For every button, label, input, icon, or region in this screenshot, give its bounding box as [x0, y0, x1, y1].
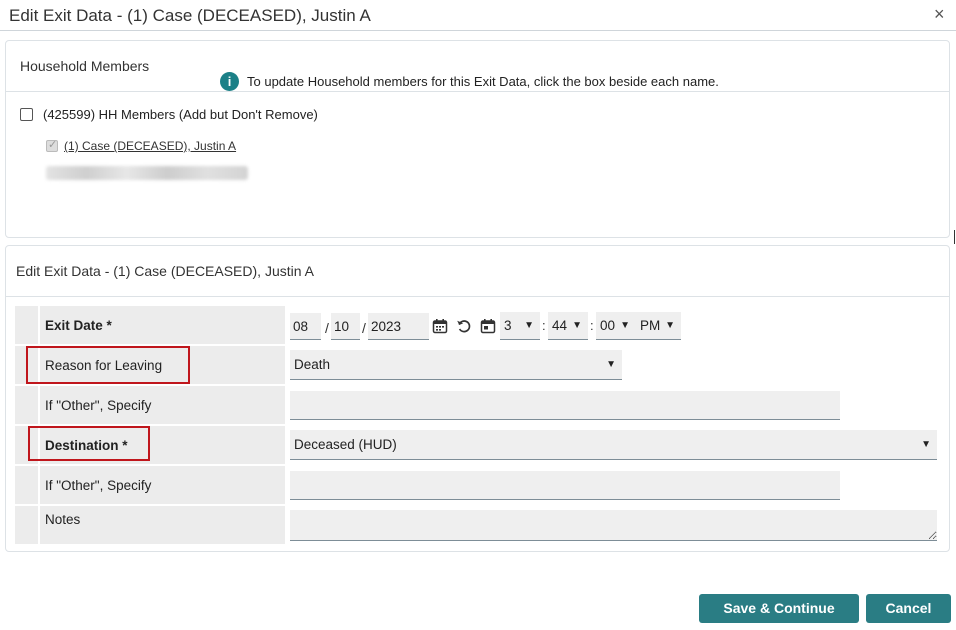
exit-minute-value: 44: [552, 318, 568, 333]
row-stripe: [15, 506, 38, 544]
redacted-member-row: [46, 166, 248, 180]
dialog-title-bar: Edit Exit Data - (1) Case (DECEASED), Ju…: [0, 0, 956, 31]
time-colon: :: [590, 318, 594, 333]
row-stripe: [15, 306, 38, 344]
exit-hour-select[interactable]: 3 ▼: [500, 312, 540, 340]
other-specify-input-1[interactable]: [290, 391, 840, 420]
exit-date-label: Exit Date *: [40, 306, 285, 344]
member-checkbox: [46, 138, 58, 152]
reset-icon[interactable]: [455, 317, 473, 335]
hh-group-checkbox[interactable]: [20, 108, 33, 121]
exit-second-value: 00: [600, 318, 616, 333]
date-slash: /: [362, 320, 366, 336]
edit-exit-data-header: Edit Exit Data - (1) Case (DECEASED), Ju…: [6, 246, 949, 297]
chevron-down-icon: ▼: [572, 320, 582, 331]
chevron-down-icon: ▼: [606, 359, 616, 370]
destination-select[interactable]: Deceased (HUD) ▼: [290, 430, 937, 460]
exit-second-select[interactable]: 00 ▼: [596, 312, 636, 340]
highlight-box: [26, 346, 190, 384]
reason-row: Reason for Leaving Death ▼: [15, 346, 940, 384]
calendar-icon[interactable]: [431, 317, 449, 335]
other-specify-row-2: If "Other", Specify: [15, 466, 940, 504]
exit-year-input[interactable]: [368, 313, 429, 340]
reason-select[interactable]: Death ▼: [290, 350, 622, 380]
notes-row: Notes: [15, 506, 940, 544]
reason-value: Death: [294, 357, 331, 372]
hh-member-row: (1) Case (DECEASED), Justin A: [46, 138, 236, 153]
exit-date-row: Exit Date * / / 3▼ : 44▼ :: [15, 306, 940, 344]
exit-hour-value: 3: [504, 318, 512, 333]
info-icon: i: [220, 72, 239, 91]
other-specify-row-1: If "Other", Specify: [15, 386, 940, 424]
chevron-down-icon: ▼: [620, 320, 630, 331]
calendar-today-icon[interactable]: [479, 317, 497, 335]
time-colon: :: [542, 318, 546, 333]
save-continue-button[interactable]: Save & Continue: [699, 594, 859, 623]
other-specify-input-2[interactable]: [290, 471, 840, 500]
other-specify-label-1: If "Other", Specify: [40, 386, 285, 424]
hh-group-label: (425599) HH Members (Add but Don't Remov…: [43, 107, 318, 122]
exit-ampm-value: PM: [640, 318, 661, 333]
exit-ampm-select[interactable]: PM ▼: [636, 312, 681, 340]
destination-value: Deceased (HUD): [294, 437, 397, 452]
chevron-down-icon: ▼: [921, 439, 931, 450]
date-slash: /: [325, 320, 329, 336]
highlight-box: [28, 426, 150, 461]
info-message: i To update Household members for this E…: [220, 72, 719, 91]
text-cursor: [954, 230, 955, 244]
hh-group-row: (425599) HH Members (Add but Don't Remov…: [20, 107, 318, 122]
row-stripe: [15, 386, 38, 424]
destination-row: Destination * Deceased (HUD) ▼: [15, 426, 940, 464]
exit-day-input[interactable]: [331, 313, 360, 340]
dialog-title: Edit Exit Data - (1) Case (DECEASED), Ju…: [9, 6, 371, 25]
info-text: To update Household members for this Exi…: [247, 74, 719, 89]
notes-textarea[interactable]: [290, 510, 937, 541]
exit-month-input[interactable]: [290, 313, 321, 340]
chevron-down-icon: ▼: [524, 320, 534, 331]
member-name-link[interactable]: (1) Case (DECEASED), Justin A: [64, 139, 236, 153]
edit-exit-data-panel: Edit Exit Data - (1) Case (DECEASED), Ju…: [5, 245, 950, 552]
notes-label: Notes: [40, 506, 285, 544]
chevron-down-icon: ▼: [665, 320, 675, 331]
other-specify-label-2: If "Other", Specify: [40, 466, 285, 504]
row-stripe: [15, 466, 38, 504]
cancel-button[interactable]: Cancel: [866, 594, 951, 623]
close-icon[interactable]: ×: [934, 4, 945, 25]
exit-minute-select[interactable]: 44 ▼: [548, 312, 588, 340]
